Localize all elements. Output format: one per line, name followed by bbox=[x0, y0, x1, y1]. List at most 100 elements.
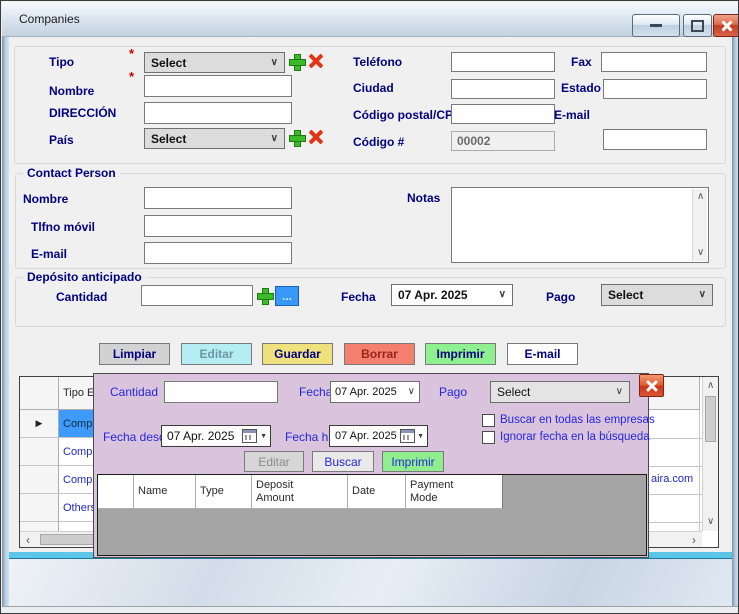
tipo-required-marker: * bbox=[129, 46, 134, 61]
scroll-down-icon[interactable]: ∨ bbox=[707, 517, 714, 527]
dialog-cantidad-label: Cantidad bbox=[110, 385, 158, 399]
browse-button[interactable]: ... bbox=[275, 286, 299, 306]
delete-pais-icon[interactable] bbox=[308, 129, 324, 145]
title-bar[interactable]: Companies bbox=[2, 2, 739, 37]
cantidad-input[interactable] bbox=[141, 285, 253, 306]
pago-select[interactable]: Select ∨ bbox=[601, 284, 713, 306]
chevron-down-icon: ∨ bbox=[408, 387, 415, 397]
pais-label: País bbox=[49, 133, 74, 147]
chevron-down-icon: ∨ bbox=[271, 58, 278, 68]
cantidad-label: Cantidad bbox=[56, 290, 107, 304]
window-right-border bbox=[732, 2, 739, 614]
pais-select[interactable]: Select ∨ bbox=[144, 128, 285, 149]
grid-cell-email-partial: aira.com bbox=[651, 473, 693, 485]
fecha-desde-label: Fecha desd bbox=[103, 430, 166, 444]
current-row-icon: ▶ bbox=[36, 418, 43, 429]
dialog-fecha-select[interactable]: 07 Apr. 2025 ∨ bbox=[330, 381, 420, 403]
notas-textarea[interactable]: ∧ ∨ bbox=[451, 187, 709, 263]
add-tipo-icon[interactable] bbox=[289, 54, 304, 69]
codigo-postal-label: Código postal/CP bbox=[353, 108, 453, 122]
contact-email-label: E-mail bbox=[31, 247, 67, 261]
maximize-button[interactable] bbox=[683, 14, 712, 37]
contact-email-input[interactable] bbox=[144, 242, 292, 264]
deposit-results-grid[interactable]: Name Type Deposit Amount Date Payment Mo… bbox=[97, 474, 647, 556]
email-button[interactable]: E-mail bbox=[507, 343, 578, 365]
chevron-down-icon: ∨ bbox=[616, 387, 623, 397]
email-input[interactable] bbox=[603, 129, 707, 150]
scroll-right-icon[interactable]: › bbox=[692, 534, 696, 546]
nombre-label: Nombre bbox=[49, 84, 94, 98]
ignore-date-checkbox[interactable] bbox=[482, 431, 495, 444]
scrollbar-thumb[interactable] bbox=[705, 396, 716, 442]
col-header-payment-mode[interactable]: Payment Mode bbox=[406, 475, 503, 509]
col-header-name[interactable]: Name bbox=[134, 475, 196, 509]
search-all-companies-label[interactable]: Buscar en todas las empresas bbox=[500, 414, 655, 426]
fecha-label: Fecha bbox=[341, 290, 376, 304]
contact-group-title: Contact Person bbox=[23, 166, 120, 180]
fecha-desde-picker[interactable]: 07 Apr. 2025 ▼ bbox=[161, 425, 271, 447]
delete-tipo-icon[interactable] bbox=[308, 53, 324, 69]
scroll-down-icon[interactable]: ∨ bbox=[697, 248, 704, 258]
codigo-postal-input[interactable] bbox=[451, 104, 555, 124]
contact-movil-label: Tlfno móvil bbox=[31, 220, 95, 234]
dialog-close-button[interactable] bbox=[639, 374, 664, 397]
fecha-select[interactable]: 07 Apr. 2025 ∨ bbox=[391, 284, 513, 306]
email-label: E-mail bbox=[554, 108, 590, 122]
scroll-up-icon[interactable]: ∧ bbox=[697, 192, 704, 202]
contact-movil-input[interactable] bbox=[144, 215, 292, 237]
contact-nombre-input[interactable] bbox=[144, 187, 292, 209]
scroll-up-icon[interactable]: ∧ bbox=[707, 381, 714, 391]
chevron-down-icon: ∨ bbox=[271, 134, 278, 144]
close-button[interactable] bbox=[713, 14, 739, 37]
dialog-pago-select[interactable]: Select ∨ bbox=[490, 381, 630, 403]
limpiar-button[interactable]: Limpiar bbox=[99, 343, 170, 365]
ciudad-label: Ciudad bbox=[353, 81, 394, 95]
grid-vertical-scrollbar[interactable]: ∧ ∨ bbox=[702, 377, 718, 531]
codigo-label: Código # bbox=[353, 135, 404, 149]
scroll-left-icon[interactable]: ‹ bbox=[26, 534, 30, 546]
window-bottom-border bbox=[2, 606, 739, 614]
imprimir-button[interactable]: Imprimir bbox=[425, 343, 496, 365]
guardar-button[interactable]: Guardar bbox=[262, 343, 333, 365]
ciudad-input[interactable] bbox=[451, 79, 555, 99]
estado-input[interactable] bbox=[603, 79, 707, 99]
col-header-deposit-amount[interactable]: Deposit Amount bbox=[252, 475, 348, 509]
dialog-buscar-button[interactable]: Buscar bbox=[312, 451, 374, 472]
grid-corner-cell bbox=[98, 475, 134, 509]
search-all-companies-checkbox[interactable] bbox=[482, 414, 495, 427]
minimize-icon bbox=[650, 24, 662, 27]
fax-input[interactable] bbox=[601, 52, 707, 72]
estado-label: Estado bbox=[561, 81, 601, 95]
col-header-date[interactable]: Date bbox=[348, 475, 406, 509]
nombre-input[interactable] bbox=[144, 75, 292, 97]
add-cantidad-icon[interactable] bbox=[257, 288, 272, 303]
companies-window: Companies Tipo * Select ∨ Teléfono Fax *… bbox=[0, 0, 739, 614]
direccion-input[interactable] bbox=[144, 102, 292, 124]
row-selector[interactable]: ▶ bbox=[20, 410, 59, 438]
add-pais-icon[interactable] bbox=[289, 130, 304, 145]
minimize-button[interactable] bbox=[632, 14, 680, 37]
tipo-select[interactable]: Select ∨ bbox=[144, 52, 285, 73]
deposit-search-dialog: Cantidad Fecha 07 Apr. 2025 ∨ Pago Selec… bbox=[93, 373, 649, 558]
dialog-pago-label: Pago bbox=[439, 385, 467, 399]
window-left-border bbox=[2, 2, 9, 614]
fecha-hasta-picker[interactable]: 07 Apr. 2025 ▼ bbox=[329, 425, 428, 447]
chevron-down-icon: ∨ bbox=[699, 290, 706, 300]
dialog-fecha-label: Fecha bbox=[299, 385, 332, 399]
fax-label: Fax bbox=[571, 55, 592, 69]
notas-label: Notas bbox=[407, 191, 440, 205]
telefono-input[interactable] bbox=[451, 52, 555, 72]
ignore-date-label[interactable]: Ignorar fecha en la búsqueda bbox=[500, 431, 650, 443]
editar-button[interactable]: Editar bbox=[181, 343, 252, 365]
dialog-cantidad-input[interactable] bbox=[164, 381, 278, 403]
col-header-type[interactable]: Type bbox=[196, 475, 252, 509]
deposito-group-title: Depósito anticipado bbox=[23, 270, 146, 284]
nombre-required-marker: * bbox=[129, 69, 134, 84]
borrar-button[interactable]: Borrar bbox=[344, 343, 415, 365]
dialog-imprimir-button[interactable]: Imprimir bbox=[382, 451, 444, 472]
window-title: Companies bbox=[19, 12, 80, 26]
calendar-icon bbox=[242, 429, 257, 443]
chevron-down-icon: ∨ bbox=[499, 290, 506, 300]
grid-corner-cell bbox=[20, 377, 59, 410]
dialog-editar-button[interactable]: Editar bbox=[244, 451, 304, 472]
